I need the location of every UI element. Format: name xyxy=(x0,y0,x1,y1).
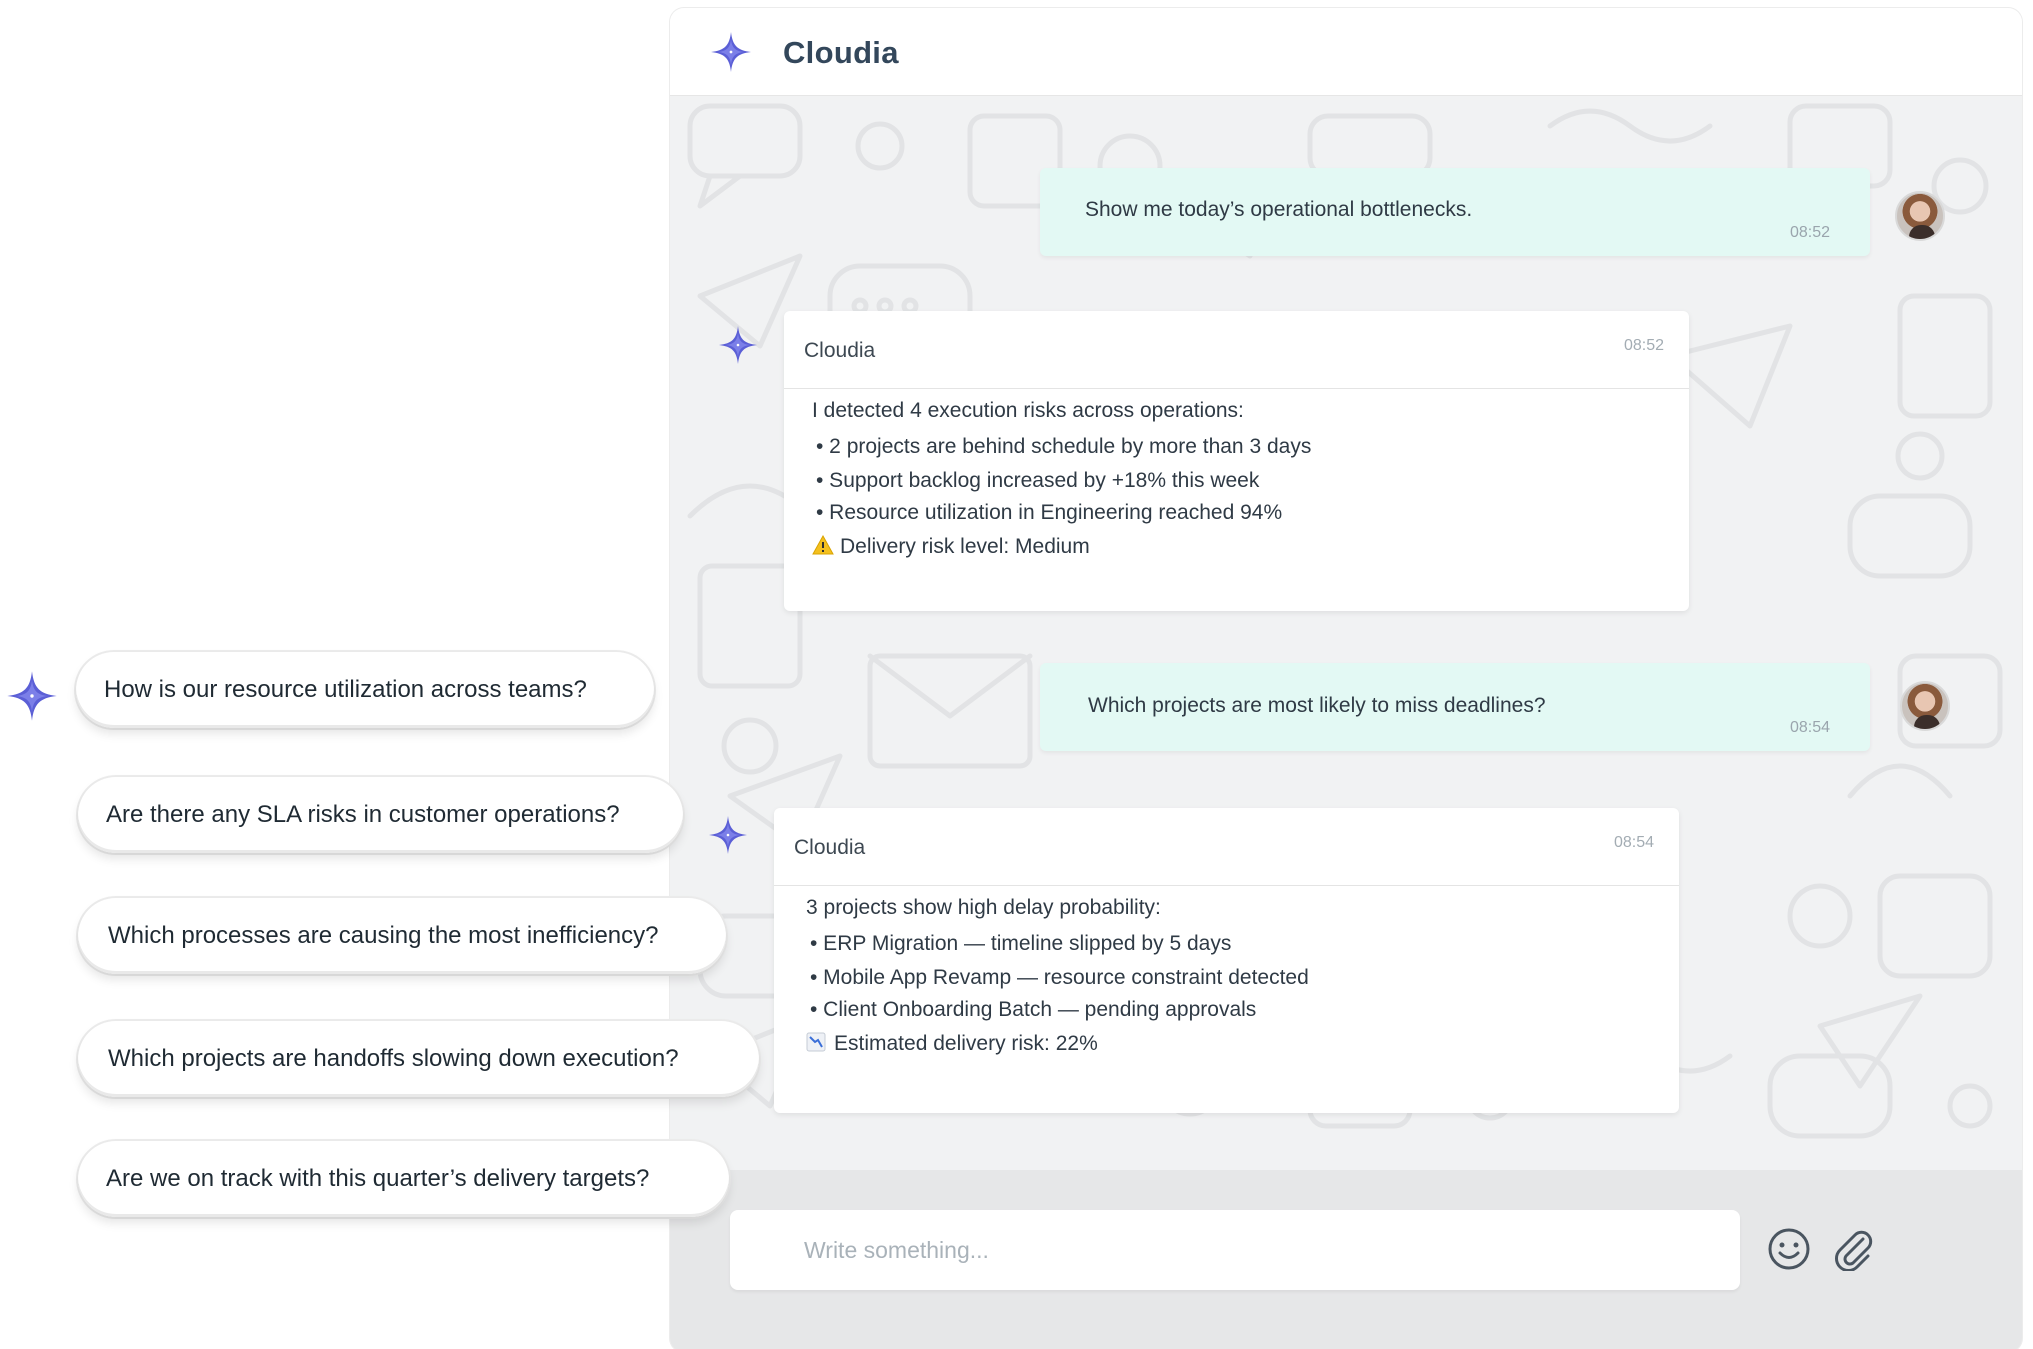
sender-name: Cloudia xyxy=(804,339,876,362)
message-line: • Mobile App Revamp — resource constrain… xyxy=(810,966,1309,989)
status-text: Estimated delivery risk: 22% xyxy=(834,1032,1098,1055)
cloudia-avatar-icon xyxy=(718,325,758,365)
chat-body[interactable]: Show me today’s operational bottlenecks.… xyxy=(670,96,2022,1170)
sender-name: Cloudia xyxy=(794,836,866,859)
cloudia-avatar-icon xyxy=(708,815,748,855)
message-time: 08:52 xyxy=(1789,224,1830,241)
message-text: Which projects are most likely to miss d… xyxy=(1088,694,1546,717)
suggestion-pill[interactable]: Which projects are handoffs slowing down… xyxy=(78,1021,759,1097)
chat-title: Cloudia xyxy=(783,35,899,70)
message-line: 3 projects show high delay probability: xyxy=(806,896,1161,919)
assistant-message: Cloudia 08:52 I detected 4 execution ris… xyxy=(784,311,1689,611)
suggestion-pill[interactable]: How is our resource utilization across t… xyxy=(76,652,654,728)
status-text: Delivery risk level: Medium xyxy=(840,535,1090,558)
message-line: • 2 projects are behind schedule by more… xyxy=(816,435,1312,458)
chat-window: Cloudia Show me today’s operational bott… xyxy=(670,8,2022,1349)
user-message: Show me today’s operational bottlenecks.… xyxy=(1040,168,1870,256)
assistant-message: Cloudia 08:54 3 projects show high delay… xyxy=(774,808,1679,1113)
user-avatar xyxy=(1895,191,1945,241)
suggestion-pill[interactable]: Which processes are causing the most ine… xyxy=(78,898,726,974)
user-message: Which projects are most likely to miss d… xyxy=(1040,663,1870,751)
composer-bar xyxy=(670,1170,2022,1349)
paperclip-icon[interactable] xyxy=(1830,1225,1876,1271)
message-time: 08:54 xyxy=(1789,719,1830,736)
message-text: Show me today’s operational bottlenecks. xyxy=(1085,198,1473,221)
message-time: 08:54 xyxy=(1613,834,1654,851)
message-header: Cloudia 08:54 xyxy=(774,808,1679,886)
message-line: I detected 4 execution risks across oper… xyxy=(812,399,1244,422)
message-line: • ERP Migration — timeline slipped by 5 … xyxy=(810,932,1232,955)
message-line-status: Estimated delivery risk: 22% xyxy=(806,1026,1309,1062)
message-line: • Support backlog increased by +18% this… xyxy=(816,469,1260,492)
warning-icon xyxy=(812,535,834,555)
user-avatar xyxy=(1900,681,1950,731)
message-line: • Resource utilization in Engineering re… xyxy=(816,501,1283,524)
message-input[interactable] xyxy=(730,1210,1740,1290)
chat-header: Cloudia xyxy=(670,8,2022,96)
suggestion-pill[interactable]: Are there any SLA risks in customer oper… xyxy=(78,777,683,853)
chart-decreasing-icon xyxy=(806,1032,826,1052)
emoji-icon[interactable] xyxy=(1767,1227,1811,1271)
message-time: 08:52 xyxy=(1623,337,1664,354)
cloudia-logo-icon xyxy=(710,31,752,73)
suggestions-star-icon xyxy=(6,670,58,722)
message-line-status: Delivery risk level: Medium xyxy=(812,529,1311,565)
suggestion-pill[interactable]: Are we on track with this quarter’s deli… xyxy=(78,1141,729,1217)
message-body: 3 projects show high delay probability: … xyxy=(806,890,1309,1062)
message-header: Cloudia 08:52 xyxy=(784,311,1689,389)
message-body: I detected 4 execution risks across oper… xyxy=(812,393,1311,565)
message-line: • Client Onboarding Batch — pending appr… xyxy=(810,998,1257,1021)
